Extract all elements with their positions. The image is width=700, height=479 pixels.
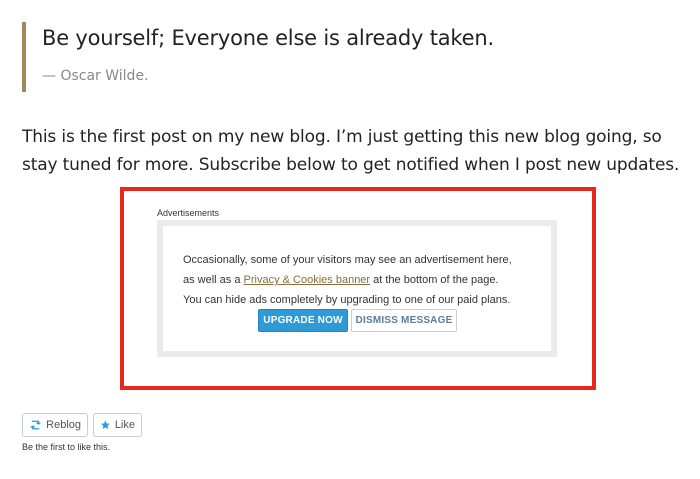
post-paragraph: This is the first post on my new blog. I… <box>22 127 680 175</box>
ad-message-panel: Occasionally, some of your visitors may … <box>163 226 551 351</box>
ad-message-line-1: Occasionally, some of your visitors may … <box>183 254 512 266</box>
reblog-label: Reblog <box>46 419 81 431</box>
advertisements-label: Advertisements <box>157 208 220 218</box>
reblog-button[interactable]: Reblog <box>22 413 88 437</box>
ad-placeholder-frame: Occasionally, some of your visitors may … <box>157 220 557 357</box>
quote-citation: — Oscar Wilde. <box>42 68 149 84</box>
ad-message-line-2: as well as a Privacy & Cookies banner at… <box>183 274 499 286</box>
like-label: Like <box>114 419 135 431</box>
ad-message-line-3: You can hide ads completely by upgrading… <box>183 294 511 306</box>
like-status-note: Be the first to like this. <box>22 442 111 452</box>
blockquote: Be yourself; Everyone else is already ta… <box>22 22 542 92</box>
star-icon <box>100 420 110 430</box>
privacy-cookies-link[interactable]: Privacy & Cookies banner <box>244 274 371 286</box>
like-button[interactable]: Like <box>93 413 142 437</box>
quote-text: Be yourself; Everyone else is already ta… <box>42 26 494 50</box>
ad-line-2-prefix: as well as a <box>183 274 244 286</box>
upgrade-now-button[interactable]: UPGRADE NOW <box>258 309 348 332</box>
ad-line-2-suffix: at the bottom of the page. <box>370 274 499 286</box>
reblog-icon <box>30 420 41 430</box>
dismiss-message-button[interactable]: DISMISS MESSAGE <box>351 309 457 332</box>
